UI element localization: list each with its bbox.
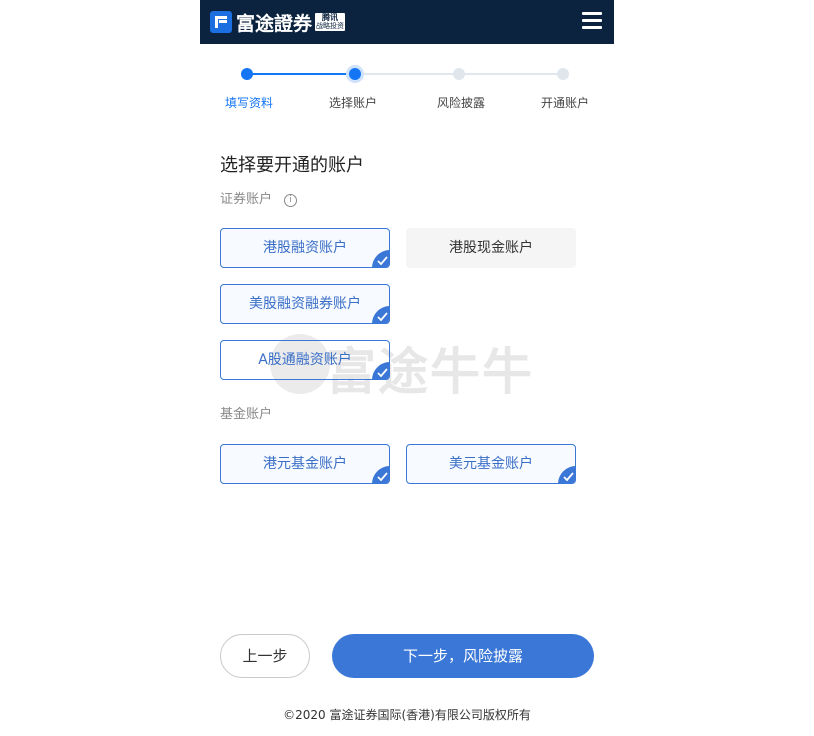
hamburger-menu-icon[interactable] [582,12,602,30]
account-option-hk-margin[interactable]: 港股融资账户 [220,228,390,268]
step-line-complete [247,73,355,75]
account-option-label: A股通融资账户 [258,352,352,368]
checkmark-corner-icon [372,362,389,379]
account-option-label: 港元基金账户 [263,456,347,472]
step-dot-1 [241,68,253,80]
account-option-hk-cash[interactable]: 港股现金账户 [406,228,576,268]
step-label-open-account: 开通账户 [540,96,590,110]
checkmark-corner-icon [372,466,389,483]
previous-step-button[interactable]: 上一步 [220,634,310,678]
checkmark-corner-icon [558,466,575,483]
copyright-footer: ©2020 富途证券国际(香港)有限公司版权所有 [283,708,531,722]
progress-stepper: 填写资料 选择账户 风险披露 开通账户 [200,60,614,120]
account-option-hkd-fund[interactable]: 港元基金账户 [220,444,390,484]
fund-account-label: 基金账户 [220,407,273,422]
futu-logo[interactable]: 富途證券 腾讯 战略投资 [210,10,346,35]
account-option-usd-fund[interactable]: 美元基金账户 [406,444,576,484]
account-option-label: 美元基金账户 [449,456,533,472]
account-option-label: 港股融资账户 [263,240,347,256]
checkmark-corner-icon [372,250,389,267]
next-step-risk-disclosure-button[interactable]: 下一步，风险披露 [332,634,594,678]
page-title: 选择要开通的账户 [220,155,364,176]
step-label-select-account: 选择账户 [328,96,378,110]
account-option-label: 港股现金账户 [449,240,533,256]
account-selection-page: 富途證券 腾讯 战略投资 填写资料 选择账户 风险披露 开通账户 选择要开通的账… [200,0,614,736]
badge-line1: 腾讯 [322,13,339,22]
info-circle-icon[interactable]: i [284,194,298,207]
account-option-a-share-margin[interactable]: A股通融资账户 [220,340,390,380]
account-option-us-margin[interactable]: 美股融资融券账户 [220,284,390,324]
checkmark-corner-icon [372,306,389,323]
step-label-risk-disclosure: 风险披露 [436,96,486,110]
account-option-label: 美股融资融券账户 [249,296,361,312]
securities-account-heading: 证券账户 i [220,188,298,207]
step-dot-3 [453,68,465,80]
top-header: 富途證券 腾讯 战略投资 [200,0,614,44]
step-dot-4 [557,68,569,80]
tencent-badge: 腾讯 战略投资 [315,13,346,31]
futu-logo-icon [210,11,232,33]
step-label-fill-info: 填写资料 [224,96,274,110]
step-dot-2 [349,68,361,80]
securities-account-label: 证券账户 [220,192,273,207]
logo-text: 富途證券 [236,12,313,35]
badge-line2: 战略投资 [316,22,345,30]
